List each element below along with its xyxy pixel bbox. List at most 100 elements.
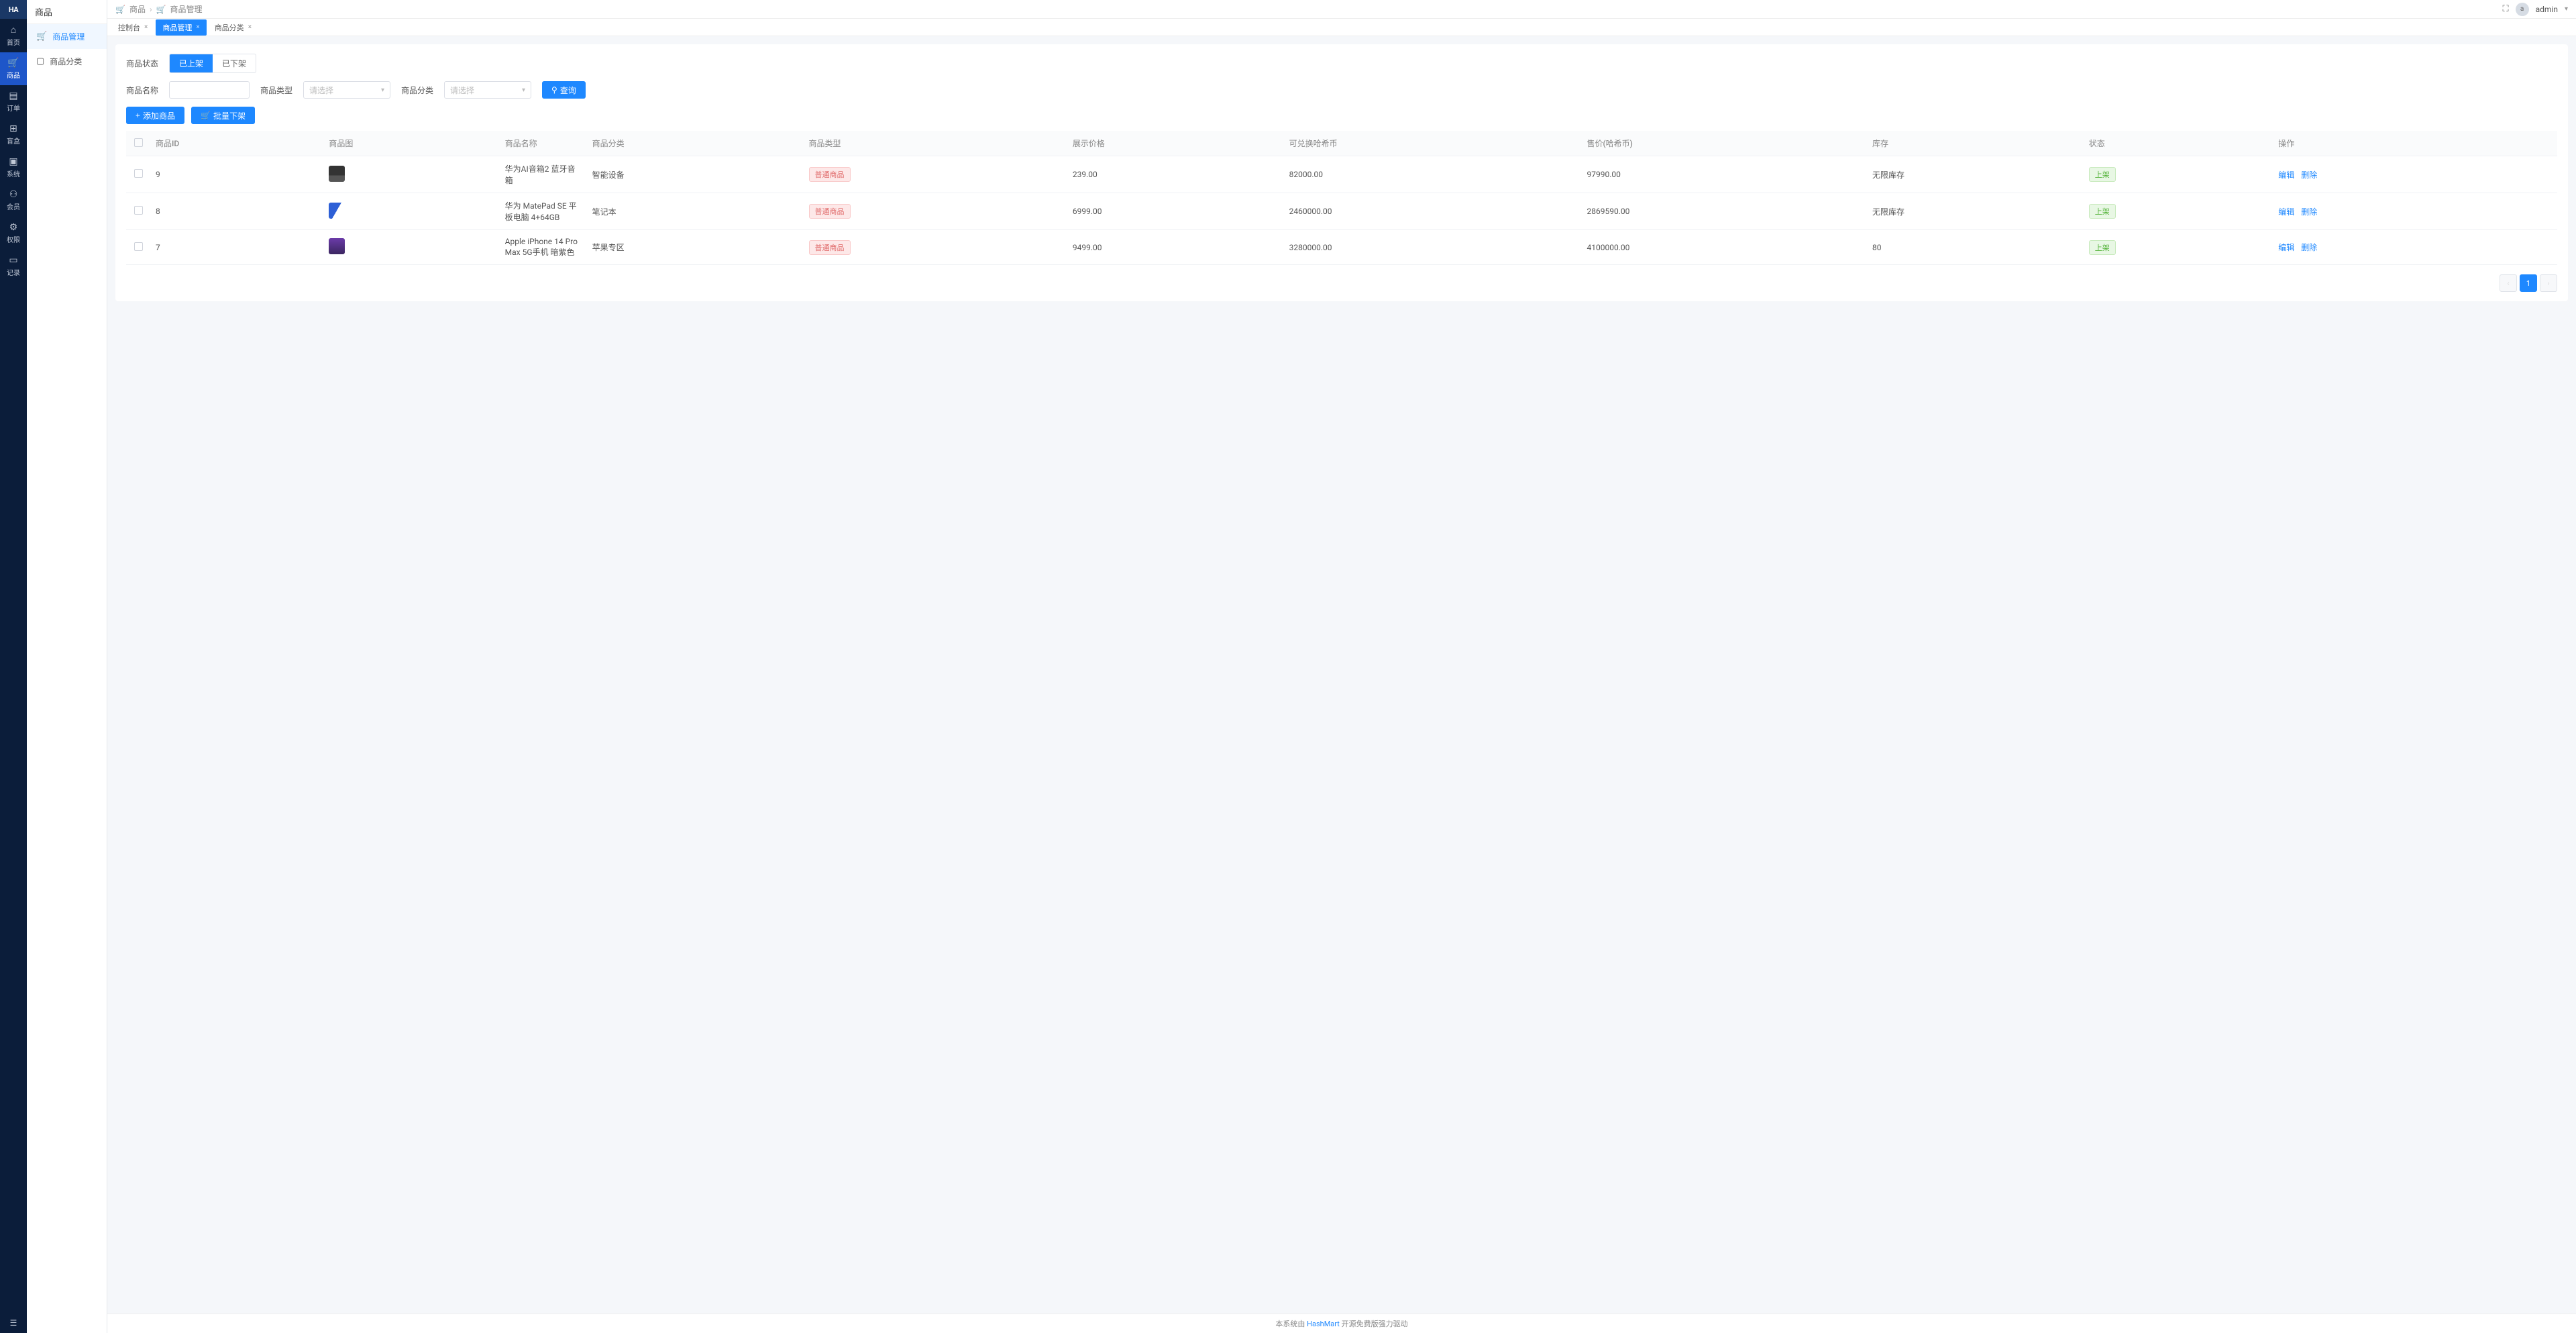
status-tag: 上架 bbox=[2089, 240, 2116, 255]
tabs-bar: 控制台× 商品管理× 商品分类× bbox=[107, 19, 2576, 36]
page-next-button[interactable]: › bbox=[2540, 274, 2557, 292]
collapse-rail-button[interactable]: ☰ bbox=[0, 1313, 27, 1333]
cell-price: 239.00 bbox=[1067, 156, 1284, 193]
status-tag: 上架 bbox=[2089, 167, 2116, 182]
page-number-button[interactable]: 1 bbox=[2520, 274, 2537, 292]
cat-label: 商品分类 bbox=[401, 85, 433, 96]
type-tag: 普通商品 bbox=[809, 240, 851, 255]
cell-cat: 苹果专区 bbox=[587, 230, 804, 265]
chevron-down-icon: ▾ bbox=[381, 87, 384, 94]
delete-link[interactable]: 删除 bbox=[2301, 170, 2317, 180]
cell-cat: 笔记本 bbox=[587, 193, 804, 230]
batch-off-button[interactable]: 🛒批量下架 bbox=[191, 107, 255, 124]
rail-orders[interactable]: ▤订单 bbox=[0, 85, 27, 118]
rail-boxes[interactable]: ⊞盲盒 bbox=[0, 118, 27, 151]
search-button[interactable]: ⚲查询 bbox=[542, 81, 586, 99]
fullscreen-icon[interactable]: ⛶ bbox=[2502, 4, 2508, 14]
chevron-right-icon: › bbox=[150, 5, 152, 14]
type-tag: 普通商品 bbox=[809, 204, 851, 219]
avatar[interactable]: a bbox=[2516, 3, 2529, 16]
col-stock: 库存 bbox=[1867, 131, 2084, 156]
row-checkbox[interactable] bbox=[134, 169, 143, 178]
chevron-down-icon[interactable]: ▾ bbox=[2565, 5, 2568, 13]
user-icon: ⚇ bbox=[9, 189, 18, 200]
product-thumb[interactable] bbox=[329, 166, 345, 182]
logo[interactable]: HA bbox=[0, 0, 27, 19]
sidebar-item-product-category[interactable]: ▢ 商品分类 bbox=[27, 49, 107, 74]
col-name: 商品名称 bbox=[500, 131, 587, 156]
search-icon: ⚲ bbox=[551, 85, 557, 95]
breadcrumb-part[interactable]: 商品 bbox=[129, 3, 146, 15]
rail-system[interactable]: ▣系统 bbox=[0, 151, 27, 184]
col-image: 商品图 bbox=[323, 131, 499, 156]
name-input[interactable] bbox=[169, 81, 250, 99]
products-table: 商品ID 商品图 商品名称 商品分类 商品类型 展示价格 可兑换哈希币 售价(哈… bbox=[126, 131, 2557, 265]
cell-id: 9 bbox=[150, 156, 323, 193]
cell-sell: 2869590.00 bbox=[1582, 193, 1867, 230]
edit-link[interactable]: 编辑 bbox=[2278, 170, 2294, 180]
select-all-checkbox[interactable] bbox=[134, 138, 143, 147]
status-tag: 上架 bbox=[2089, 204, 2116, 219]
col-status: 状态 bbox=[2084, 131, 2273, 156]
tab-product-manage[interactable]: 商品管理× bbox=[156, 19, 206, 36]
sidebar-title: 商品 bbox=[27, 0, 107, 24]
rail-products[interactable]: 🛒商品 bbox=[0, 52, 27, 85]
cell-hash: 82000.00 bbox=[1284, 156, 1582, 193]
file-icon: ▭ bbox=[9, 255, 17, 266]
cell-name: Apple iPhone 14 Pro Max 5G手机 暗紫色 bbox=[500, 230, 587, 265]
close-icon[interactable]: × bbox=[196, 23, 199, 31]
cell-sell: 97990.00 bbox=[1582, 156, 1867, 193]
cell-id: 8 bbox=[150, 193, 323, 230]
page-prev-button[interactable]: ‹ bbox=[2500, 274, 2517, 292]
cell-id: 7 bbox=[150, 230, 323, 265]
status-tabs: 已上架 已下架 bbox=[169, 54, 256, 73]
name-label: 商品名称 bbox=[126, 85, 158, 96]
nav-rail: HA ⌂首页 🛒商品 ▤订单 ⊞盲盒 ▣系统 ⚇会员 ⚙权限 ▭记录 ☰ bbox=[0, 0, 27, 1333]
topbar: 🛒 商品 › 🛒 商品管理 ⛶ a admin ▾ bbox=[107, 0, 2576, 19]
row-checkbox[interactable] bbox=[134, 206, 143, 215]
table-row: 8 华为 MatePad SE 平板电脑 4+64GB 笔记本 普通商品 699… bbox=[126, 193, 2557, 230]
cell-hash: 3280000.00 bbox=[1284, 230, 1582, 265]
tab-product-category[interactable]: 商品分类× bbox=[208, 19, 258, 36]
delete-link[interactable]: 删除 bbox=[2301, 243, 2317, 252]
col-hash: 可兑换哈希币 bbox=[1284, 131, 1582, 156]
close-icon[interactable]: × bbox=[248, 23, 252, 31]
cell-name: 华为 MatePad SE 平板电脑 4+64GB bbox=[500, 193, 587, 230]
col-actions: 操作 bbox=[2273, 131, 2557, 156]
status-label: 商品状态 bbox=[126, 58, 158, 69]
col-sell: 售价(哈希币) bbox=[1582, 131, 1867, 156]
list-icon: ▤ bbox=[9, 91, 17, 101]
close-icon[interactable]: × bbox=[144, 23, 148, 31]
tab-dashboard[interactable]: 控制台× bbox=[111, 19, 154, 36]
rail-members[interactable]: ⚇会员 bbox=[0, 184, 27, 217]
delete-link[interactable]: 删除 bbox=[2301, 207, 2317, 217]
edit-link[interactable]: 编辑 bbox=[2278, 243, 2294, 252]
box-icon: ⊞ bbox=[9, 123, 17, 134]
type-select[interactable]: 请选择▾ bbox=[303, 81, 390, 99]
cell-price: 6999.00 bbox=[1067, 193, 1284, 230]
edit-link[interactable]: 编辑 bbox=[2278, 207, 2294, 217]
bag-icon: ▢ bbox=[36, 56, 44, 66]
row-checkbox[interactable] bbox=[134, 242, 143, 251]
product-thumb[interactable] bbox=[329, 203, 345, 219]
add-product-button[interactable]: +添加商品 bbox=[126, 107, 184, 124]
product-thumb[interactable] bbox=[329, 238, 345, 254]
rail-permissions[interactable]: ⚙权限 bbox=[0, 217, 27, 250]
sidebar-item-label: 商品管理 bbox=[52, 31, 85, 42]
footer-link[interactable]: HashMart bbox=[1307, 1320, 1340, 1328]
status-tab-on[interactable]: 已上架 bbox=[170, 54, 213, 72]
cart-icon: 🛒 bbox=[201, 111, 211, 120]
status-tab-off[interactable]: 已下架 bbox=[213, 54, 256, 72]
type-tag: 普通商品 bbox=[809, 167, 851, 182]
breadcrumb: 🛒 商品 › 🛒 商品管理 bbox=[115, 3, 203, 15]
content-card: 商品状态 已上架 已下架 商品名称 商品类型 请选择▾ 商品分类 请选择▾ ⚲查… bbox=[115, 44, 2568, 301]
sidebar-item-product-manage[interactable]: 🛒 商品管理 bbox=[27, 24, 107, 49]
user-name[interactable]: admin bbox=[2536, 5, 2558, 14]
cart-icon: 🛒 bbox=[36, 32, 47, 42]
rail-logs[interactable]: ▭记录 bbox=[0, 250, 27, 282]
category-select[interactable]: 请选择▾ bbox=[444, 81, 531, 99]
cell-cat: 智能设备 bbox=[587, 156, 804, 193]
rail-home[interactable]: ⌂首页 bbox=[0, 19, 27, 52]
sidebar-item-label: 商品分类 bbox=[50, 56, 82, 67]
cell-name: 华为AI音箱2 蓝牙音箱 bbox=[500, 156, 587, 193]
